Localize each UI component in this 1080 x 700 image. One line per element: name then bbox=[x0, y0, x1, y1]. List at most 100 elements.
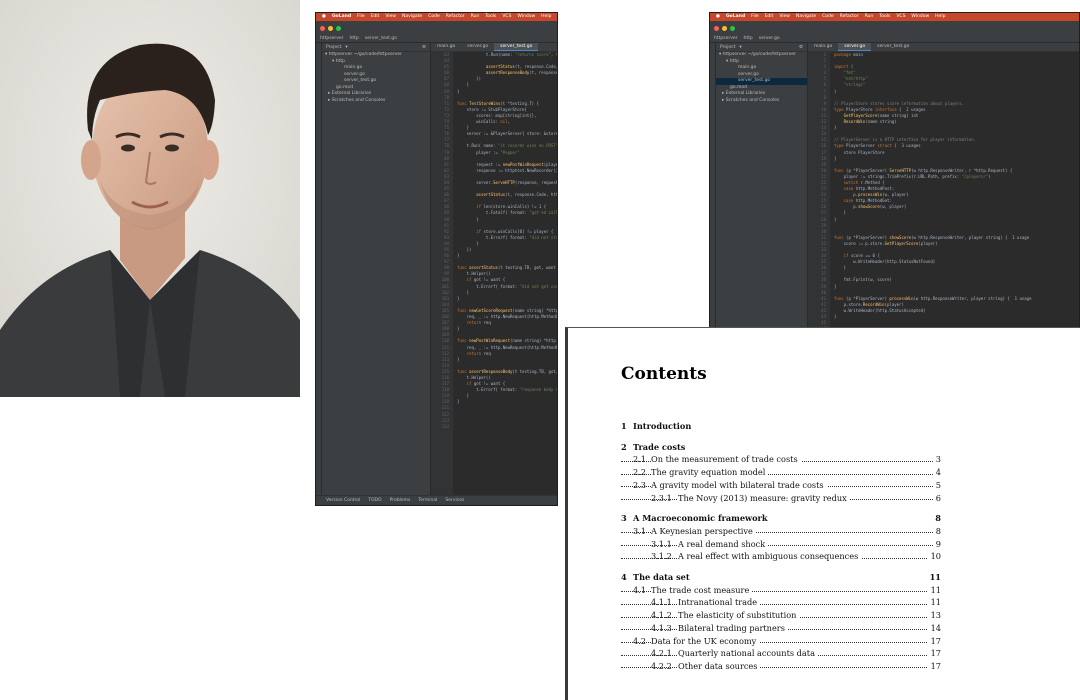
menu-file[interactable]: File bbox=[751, 13, 759, 21]
code-line[interactable]: server := &PlayerServer{ store: &store} bbox=[457, 131, 557, 137]
code-line[interactable]: request := newPostWinRequest(player) bbox=[457, 162, 557, 168]
menu-vcs[interactable]: VCS bbox=[896, 13, 905, 21]
tab-server-go[interactable]: server.go bbox=[461, 43, 494, 51]
code-line[interactable]: response := httptest.NewRecorder() bbox=[457, 168, 557, 174]
menu-vcs[interactable]: VCS bbox=[502, 13, 511, 21]
toc-entry[interactable]: 3 A Macroeconomic framework 8 bbox=[621, 513, 941, 525]
toc-entry[interactable]: 4.2.2 Other data sources 17 bbox=[621, 660, 941, 673]
menu-edit[interactable]: Edit bbox=[765, 13, 774, 21]
menu-refactor[interactable]: Refactor bbox=[446, 13, 465, 21]
menu-file[interactable]: File bbox=[357, 13, 365, 21]
editor-tabs: main.go server.go server_test.go bbox=[431, 43, 557, 52]
terminal-tab[interactable]: Terminal bbox=[418, 498, 437, 503]
apple-icon[interactable]: ● bbox=[322, 13, 326, 21]
line-number[interactable]: 124 bbox=[431, 424, 453, 430]
project-label[interactable]: Project bbox=[326, 45, 341, 50]
menu-run[interactable]: Run bbox=[471, 13, 480, 21]
toc-entry[interactable]: 4.2 Data for the UK economy 17 bbox=[621, 635, 941, 648]
toc-entry[interactable]: 3.1.1 A real demand shock 9 bbox=[621, 538, 941, 551]
problems-tab[interactable]: Problems bbox=[390, 498, 411, 503]
code-line[interactable]: func newPostWinRequest(name string) *htt… bbox=[457, 338, 557, 344]
project-panel[interactable]: Project ▾ ⚙ ▾ httpserver ~/go/code/https… bbox=[322, 43, 431, 495]
toc-entry[interactable]: 4.2.1 Quarterly national accounts data 17 bbox=[621, 648, 941, 660]
minimize-window-button[interactable] bbox=[328, 25, 333, 31]
line-number-gutter: 63 64 65 66 67 68 69 70 71 72 73 74 75 76 77 78 79 80 81 82… bbox=[431, 52, 453, 495]
close-window-button[interactable] bbox=[320, 25, 325, 31]
services-tab[interactable]: Services bbox=[445, 498, 464, 503]
apple-icon[interactable]: ● bbox=[716, 13, 720, 21]
tree-item-scratches[interactable]: ▸ Scratches and Consoles bbox=[716, 98, 807, 105]
chevron-down-icon[interactable]: ▾ bbox=[345, 45, 347, 50]
code-editor[interactable]: main.go server.go server_test.go 63 64 65 6… bbox=[431, 43, 557, 495]
tab-server-go[interactable]: server.go bbox=[838, 43, 872, 51]
toc-entry[interactable]: 2 Trade costs bbox=[621, 441, 941, 454]
toc-entry[interactable]: 2.3 A gravity model with bilateral trade … bbox=[621, 479, 941, 492]
toc-entry[interactable]: 2.2 The gravity equation model 4 bbox=[621, 467, 941, 479]
tree-item-scratches[interactable]: ▸ Scratches and Consoles bbox=[322, 98, 430, 105]
tab-server-test-go[interactable]: server_test.go bbox=[494, 43, 539, 51]
menu-window[interactable]: Window bbox=[517, 13, 535, 21]
nav-file[interactable]: server.go bbox=[759, 36, 780, 41]
menu-code[interactable]: Code bbox=[822, 13, 834, 21]
code-area[interactable]: t.Run(name: "returns score", func(t *tes… bbox=[457, 52, 557, 495]
todo-tab[interactable]: TODO bbox=[368, 498, 381, 503]
toc-entry[interactable]: 4.1.2 The elasticity of substitution 13 bbox=[621, 610, 941, 622]
zoom-window-button[interactable] bbox=[336, 25, 341, 31]
project-label[interactable]: Project bbox=[720, 45, 735, 50]
code-line[interactable]: assertStatus(t, response.Code, http.Stat… bbox=[457, 192, 557, 198]
menu-goland[interactable]: GoLand bbox=[726, 13, 745, 21]
chevron-down-icon[interactable]: ▾ bbox=[739, 45, 741, 50]
menu-navigate[interactable]: Navigate bbox=[796, 13, 816, 21]
toc-entry[interactable]: 2.1 On the measurement of trade costs 3 bbox=[621, 454, 941, 466]
toc-page-number: 3 bbox=[932, 454, 941, 465]
menu-tools[interactable]: Tools bbox=[485, 13, 496, 21]
toc-entry[interactable]: 4.1.1 Intranational trade 11 bbox=[621, 597, 941, 609]
toc-entry[interactable]: 4.1 The trade cost measure 11 bbox=[621, 584, 941, 597]
code-line[interactable]: t.Fatalf( format: "got %d calls to Recor… bbox=[457, 210, 557, 216]
toc-label: Data for the UK economy bbox=[651, 635, 760, 646]
menu-refactor[interactable]: Refactor bbox=[840, 13, 859, 21]
toc-entry[interactable]: 3.1.2 A real effect with ambiguous conseq… bbox=[621, 551, 941, 563]
tree-label: External Libraries bbox=[331, 91, 372, 96]
nav-folder[interactable]: http bbox=[349, 36, 358, 41]
version-control-tab[interactable]: Version Control bbox=[326, 498, 360, 503]
toc-entry[interactable]: 2.3.1 The Novy (2013) measure: gravity re… bbox=[621, 492, 941, 505]
menu-help[interactable]: Help bbox=[541, 13, 551, 21]
toc-number: 2.3 bbox=[633, 479, 647, 490]
nav-project[interactable]: httpserver bbox=[320, 36, 343, 41]
nav-file[interactable]: server_test.go bbox=[365, 36, 397, 41]
code-line[interactable]: } bbox=[457, 399, 557, 405]
toc-number: 4.1.1 bbox=[651, 597, 672, 608]
nav-project[interactable]: httpserver bbox=[714, 36, 737, 41]
menu-run[interactable]: Run bbox=[865, 13, 874, 21]
menu-help[interactable]: Help bbox=[935, 13, 945, 21]
minimize-window-button[interactable] bbox=[722, 25, 727, 31]
menu-view[interactable]: View bbox=[385, 13, 396, 21]
menu-tools[interactable]: Tools bbox=[879, 13, 890, 21]
toc-entry[interactable]: 4 The data set 11 bbox=[621, 572, 941, 584]
menu-navigate[interactable]: Navigate bbox=[402, 13, 422, 21]
toc-entry[interactable]: 4.1.3 Bilateral trading partners 14 bbox=[621, 622, 941, 635]
toc-entry[interactable]: 1 Introduction bbox=[621, 421, 941, 433]
tab-server-test-go[interactable]: server_test.go bbox=[871, 43, 915, 51]
toc-page-number: 5 bbox=[932, 479, 941, 490]
code-line[interactable]: t.Errorf( format: "did not get correct s… bbox=[457, 284, 557, 290]
menu-window[interactable]: Window bbox=[911, 13, 929, 21]
tab-main-go[interactable]: main.go bbox=[431, 43, 461, 51]
code-line[interactable]: t.Errorf( format: "did not store correct… bbox=[457, 235, 557, 241]
gear-icon[interactable]: ⚙ bbox=[799, 45, 803, 50]
code-line[interactable]: server.ServeHTTP(response, request) bbox=[457, 180, 557, 186]
ide-window-test[interactable]: ● GoLand File Edit View Navigate Code Re… bbox=[315, 12, 558, 506]
menu-view[interactable]: View bbox=[779, 13, 790, 21]
toc-entry[interactable]: 3.1 A Keynesian perspective 8 bbox=[621, 525, 941, 538]
code-line[interactable]: t.Errorf( format: "response body is wron… bbox=[457, 387, 557, 393]
gear-icon[interactable]: ⚙ bbox=[422, 45, 426, 50]
menu-edit[interactable]: Edit bbox=[371, 13, 380, 21]
code-line[interactable]: t.Run(name: "returns score", func(t *tes… bbox=[457, 52, 557, 58]
close-window-button[interactable] bbox=[714, 25, 719, 31]
tab-main-go[interactable]: main.go bbox=[808, 43, 838, 51]
menu-goland[interactable]: GoLand bbox=[332, 13, 351, 21]
nav-folder[interactable]: http bbox=[743, 36, 752, 41]
menu-code[interactable]: Code bbox=[428, 13, 440, 21]
zoom-window-button[interactable] bbox=[730, 25, 735, 31]
